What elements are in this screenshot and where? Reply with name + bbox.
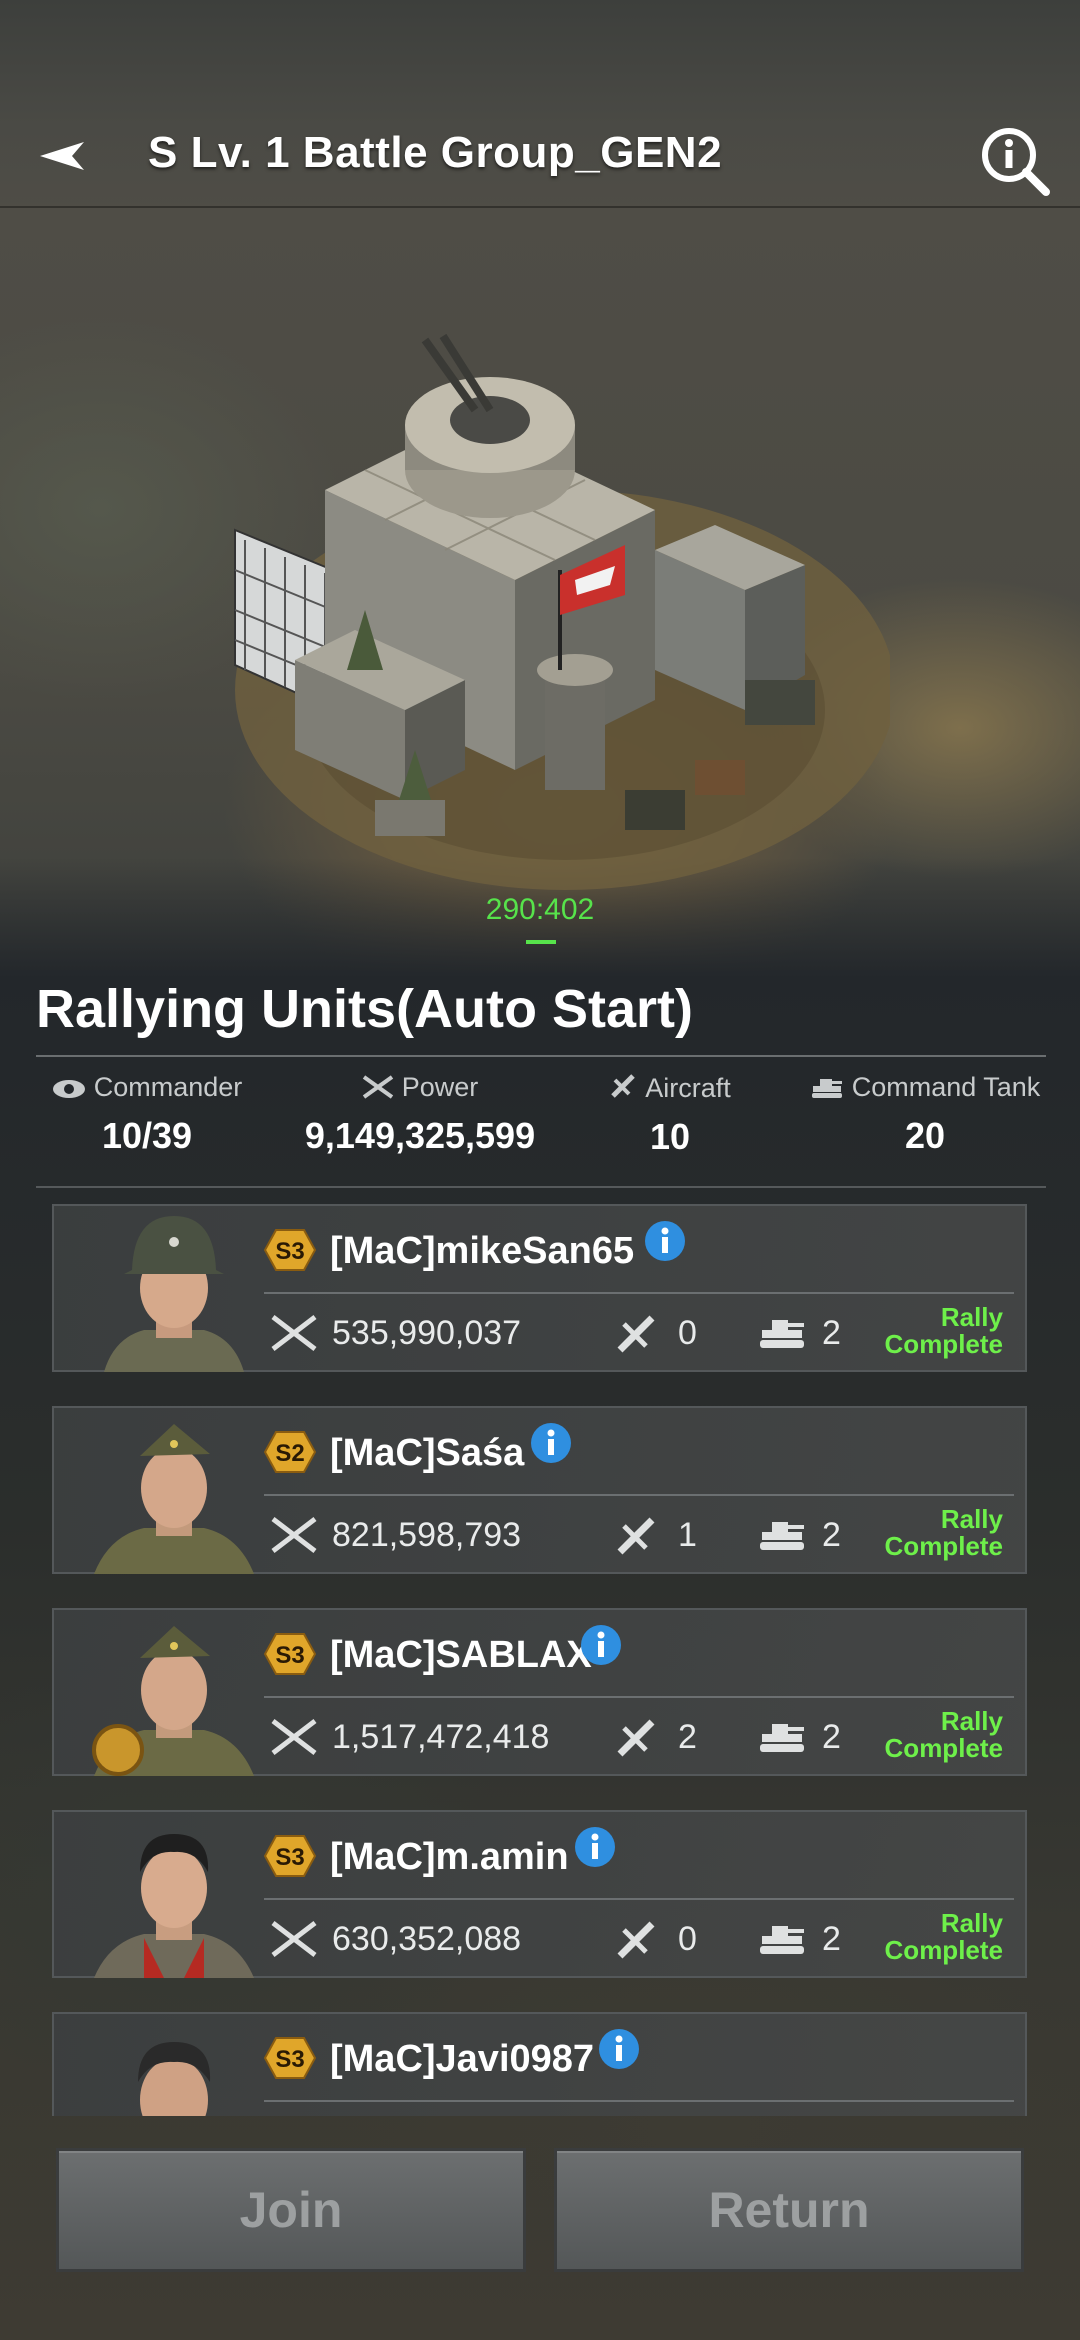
stat-command-tank-value: 20 — [904, 1115, 946, 1156]
member-name: [MaC]Saśa — [330, 1432, 525, 1474]
plane-icon — [617, 1517, 655, 1555]
crossed-rifles-icon — [271, 1921, 317, 1957]
rally-status: Rally Complete — [884, 1504, 1003, 1561]
member-stats: 535,990,037 0 2 — [270, 1308, 970, 1358]
season-label: S3 — [275, 1642, 304, 1669]
info-icon[interactable] — [644, 1220, 686, 1262]
crossed-rifles-icon — [271, 1315, 317, 1351]
stat-command-tank-label: Command Tank — [851, 1072, 1041, 1102]
tank-icon — [811, 1079, 842, 1098]
commander-avatar — [92, 1626, 254, 1776]
rally-section-title: Rallying Units(Auto Start) — [36, 979, 693, 1039]
stat-command-tank: Command Tank 20 — [790, 1072, 1060, 1157]
join-button[interactable]: Join — [56, 2148, 526, 2272]
member-card[interactable]: S3 [MaC]SABLAX 1,517,472,418 2 2 Rally C… — [52, 1608, 1027, 1776]
crossed-rifles-icon — [271, 1517, 317, 1553]
season-badge: S2 — [264, 1431, 316, 1473]
stat-power-label: Power — [401, 1072, 479, 1102]
member-tanks: 2 — [822, 1718, 841, 1756]
page-title: S Lv. 1 Battle Group_GEN2 — [148, 128, 723, 177]
stat-commander-label: Commander — [93, 1072, 243, 1102]
rally-status: Rally Complete — [884, 1706, 1003, 1763]
season-badge: S3 — [264, 2037, 316, 2079]
commander-avatar — [94, 1834, 254, 1978]
member-name: [MaC]SABLAX — [330, 1634, 592, 1676]
commander-avatar — [138, 2042, 211, 2116]
rally-status: Rally Complete — [884, 1302, 1003, 1359]
tank-icon — [760, 1724, 804, 1752]
member-power: 1,517,472,418 — [332, 1718, 550, 1756]
season-badge: S3 — [264, 1229, 316, 1271]
member-card[interactable]: S3 [MaC]mikeSan65 535,990,037 0 2 Rally … — [52, 1204, 1027, 1372]
stat-aircraft-value: 10 — [649, 1116, 691, 1157]
info-icon[interactable] — [580, 1624, 622, 1666]
stats-divider — [36, 1186, 1046, 1188]
season-badge: S3 — [264, 1835, 316, 1877]
info-icon[interactable] — [574, 1826, 616, 1868]
stat-power: Power 9,149,325,599 — [290, 1072, 550, 1157]
map-coordinates[interactable]: 290:402 — [440, 893, 640, 927]
member-power: 821,598,793 — [332, 1516, 522, 1554]
member-card[interactable]: S3 [MaC]m.amin 630,352,088 0 2 Rally Com… — [52, 1810, 1027, 1978]
commander-avatar — [94, 1424, 254, 1574]
member-name: [MaC]m.amin — [330, 1836, 569, 1878]
stat-commander: Commander 10/39 — [42, 1072, 252, 1157]
stat-aircraft: Aircraft 10 — [580, 1072, 760, 1158]
member-aircraft: 2 — [678, 1718, 697, 1756]
season-badge: S3 — [264, 1633, 316, 1675]
section-divider — [36, 1055, 1046, 1057]
tank-icon — [760, 1926, 804, 1954]
member-stats: 1,517,472,418 2 2 — [270, 1712, 970, 1762]
member-stats: 630,352,088 0 2 — [270, 1914, 970, 1964]
fortress-building-image — [234, 333, 890, 890]
info-icon[interactable] — [530, 1422, 572, 1464]
crossed-rifles-icon — [362, 1075, 393, 1099]
back-arrow-icon[interactable] — [38, 138, 86, 174]
plane-icon — [617, 1315, 655, 1353]
plane-icon — [611, 1074, 636, 1098]
member-power: 535,990,037 — [332, 1314, 522, 1352]
tank-icon — [760, 1320, 804, 1348]
member-name: [MaC]Javi0987 — [330, 2038, 595, 2080]
member-tanks: 2 — [822, 1516, 841, 1554]
coords-underline — [526, 940, 556, 944]
member-name: [MaC]mikeSan65 — [330, 1230, 635, 1272]
member-power: 630,352,088 — [332, 1920, 522, 1958]
plane-icon — [617, 1921, 655, 1959]
tank-icon — [760, 1522, 804, 1550]
season-label: S3 — [275, 1844, 304, 1871]
member-card[interactable]: S3 [MaC]Javi0987 — [52, 2012, 1027, 2116]
season-label: S2 — [275, 1440, 304, 1467]
header-bar: S Lv. 1 Battle Group_GEN2 — [0, 100, 1080, 210]
eye-icon — [52, 1080, 85, 1098]
season-label: S3 — [275, 1238, 304, 1265]
rally-stats: Commander 10/39 Power 9,149,325,599 Airc… — [0, 1072, 1080, 1182]
stat-aircraft-label: Aircraft — [645, 1073, 731, 1103]
stat-power-value: 9,149,325,599 — [304, 1115, 536, 1156]
member-stats: 821,598,793 1 2 — [270, 1510, 970, 1560]
return-button[interactable]: Return — [554, 2148, 1024, 2272]
crossed-rifles-icon — [271, 1719, 317, 1755]
plane-icon — [617, 1719, 655, 1757]
commander-avatar — [104, 1216, 244, 1372]
member-aircraft: 0 — [678, 1314, 697, 1352]
member-aircraft: 1 — [678, 1516, 697, 1554]
member-card[interactable]: S2 [MaC]Saśa 821,598,793 1 2 Rally Compl… — [52, 1406, 1027, 1574]
rally-status: Rally Complete — [884, 1908, 1003, 1965]
info-icon[interactable] — [598, 2028, 640, 2070]
stat-commander-value: 10/39 — [101, 1115, 193, 1156]
info-magnifier-icon[interactable] — [980, 126, 1050, 196]
season-label: S3 — [275, 2046, 304, 2073]
member-tanks: 2 — [822, 1314, 841, 1352]
member-list[interactable]: S3 [MaC]mikeSan65 535,990,037 0 2 Rally … — [52, 1204, 1028, 2116]
member-tanks: 2 — [822, 1920, 841, 1958]
member-aircraft: 0 — [678, 1920, 697, 1958]
